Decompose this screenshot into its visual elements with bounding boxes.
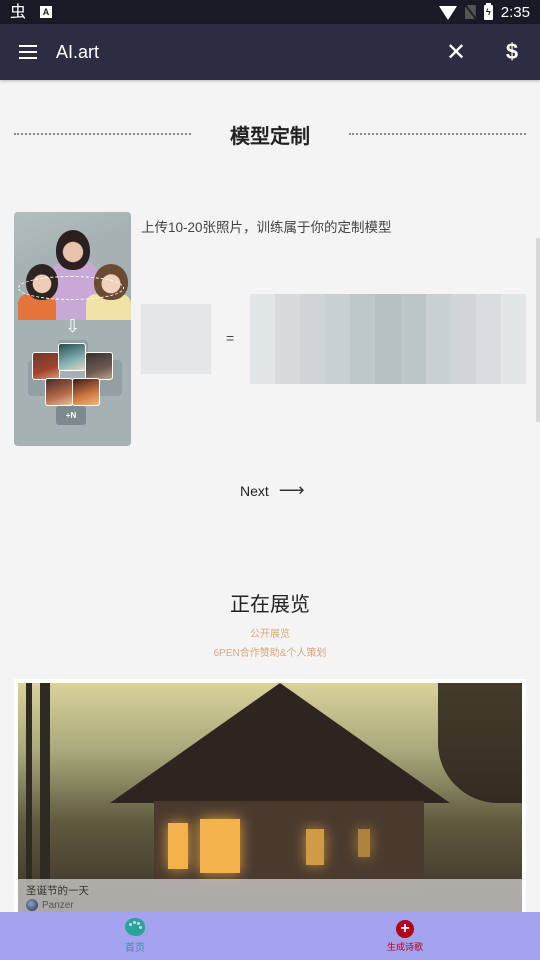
nav-item-generate-poem[interactable]: + 生成诗歌 (270, 912, 540, 960)
hamburger-menu-icon (19, 45, 37, 59)
strip-column (475, 294, 501, 384)
model-description: 上传10-20张照片，训练属于你的定制模型 (141, 220, 392, 235)
nav-label: 生成诗歌 (386, 941, 423, 952)
dollar-icon: $ (505, 39, 519, 64)
input-image-placeholder (141, 304, 211, 374)
a-notification-icon: A (40, 6, 53, 18)
app-title: AI.art (56, 41, 100, 62)
strip-column (450, 294, 476, 384)
no-sim-icon (464, 5, 476, 19)
strip-column (350, 294, 376, 384)
artwork-title: 圣诞节的一天 (26, 885, 89, 897)
bug-icon: 虫 (10, 2, 27, 21)
sample-thumbnail (85, 352, 113, 380)
sample-thumbnail (45, 378, 73, 406)
strip-column (425, 294, 451, 384)
equals-sign: = (226, 330, 235, 346)
more-badge: +N (56, 406, 86, 425)
arrow-right-icon: ⟶ (278, 480, 305, 501)
exhibition-artwork: 圣诞节的一天 Panzer (18, 683, 522, 912)
strip-column (275, 294, 301, 384)
dollar-button[interactable]: $ (484, 24, 540, 80)
exhibition-title: 正在展览 (230, 594, 310, 616)
close-button[interactable]: ✕ (428, 24, 484, 80)
status-bar: 虫 A ϟ 2:35 (0, 0, 540, 24)
menu-button[interactable] (0, 24, 56, 80)
status-time: 2:35 (500, 3, 530, 21)
battery-charging-icon: ϟ (483, 2, 493, 20)
wifi-icon (438, 6, 457, 20)
app-bar: AI.art ✕ $ (0, 24, 540, 80)
sample-thumbnail (32, 352, 60, 380)
strip-column (325, 294, 351, 384)
author-name: Panzer (42, 899, 74, 911)
sample-thumbnail (72, 378, 100, 406)
scroll-content[interactable]: 模型定制 ⇩ +N 上传10-20张照片，训练属于你的定制模型 = Next ⟶… (0, 80, 540, 912)
strip-column (300, 294, 326, 384)
palette-icon (125, 918, 145, 936)
model-illustration: ⇩ +N (14, 212, 131, 446)
output-preview-strip (250, 294, 527, 384)
next-button[interactable]: Next ⟶ (232, 478, 313, 504)
author-avatar (26, 899, 38, 911)
strip-column (400, 294, 426, 384)
group-photo (14, 212, 131, 320)
bottom-navigation: 首页 + 生成诗歌 (0, 912, 540, 960)
strip-column (500, 294, 527, 384)
down-arrow-icon: ⇩ (64, 316, 81, 337)
strip-column (250, 294, 276, 384)
exhibition-card[interactable]: 圣诞节的一天 Panzer (14, 679, 526, 912)
exhibition-subtitle-sponsor[interactable]: 6PEN合作赞助&个人策划 (0, 644, 540, 659)
strip-column (375, 294, 401, 384)
nav-item-home[interactable]: 首页 (0, 912, 270, 960)
vertical-scrollbar[interactable] (536, 238, 540, 422)
dotted-divider-right (349, 133, 526, 135)
rotate-orbit-icon (18, 276, 124, 300)
close-icon: ✕ (445, 38, 467, 66)
nav-label: 首页 (125, 943, 145, 954)
artwork-caption: 圣诞节的一天 Panzer (18, 879, 522, 912)
exhibition-subtitle-public[interactable]: 公开展览 (0, 625, 540, 640)
screen: 虫 A ϟ 2:35 AI.art ✕ $ 模型定制 ⇩ +N 上传10-20张… (0, 0, 540, 960)
sample-thumbnail (58, 343, 86, 371)
add-circle-icon: + (396, 919, 414, 938)
model-section-heading: 模型定制 (0, 118, 540, 148)
artwork-author: Panzer (26, 899, 514, 911)
next-label: Next (240, 483, 269, 499)
